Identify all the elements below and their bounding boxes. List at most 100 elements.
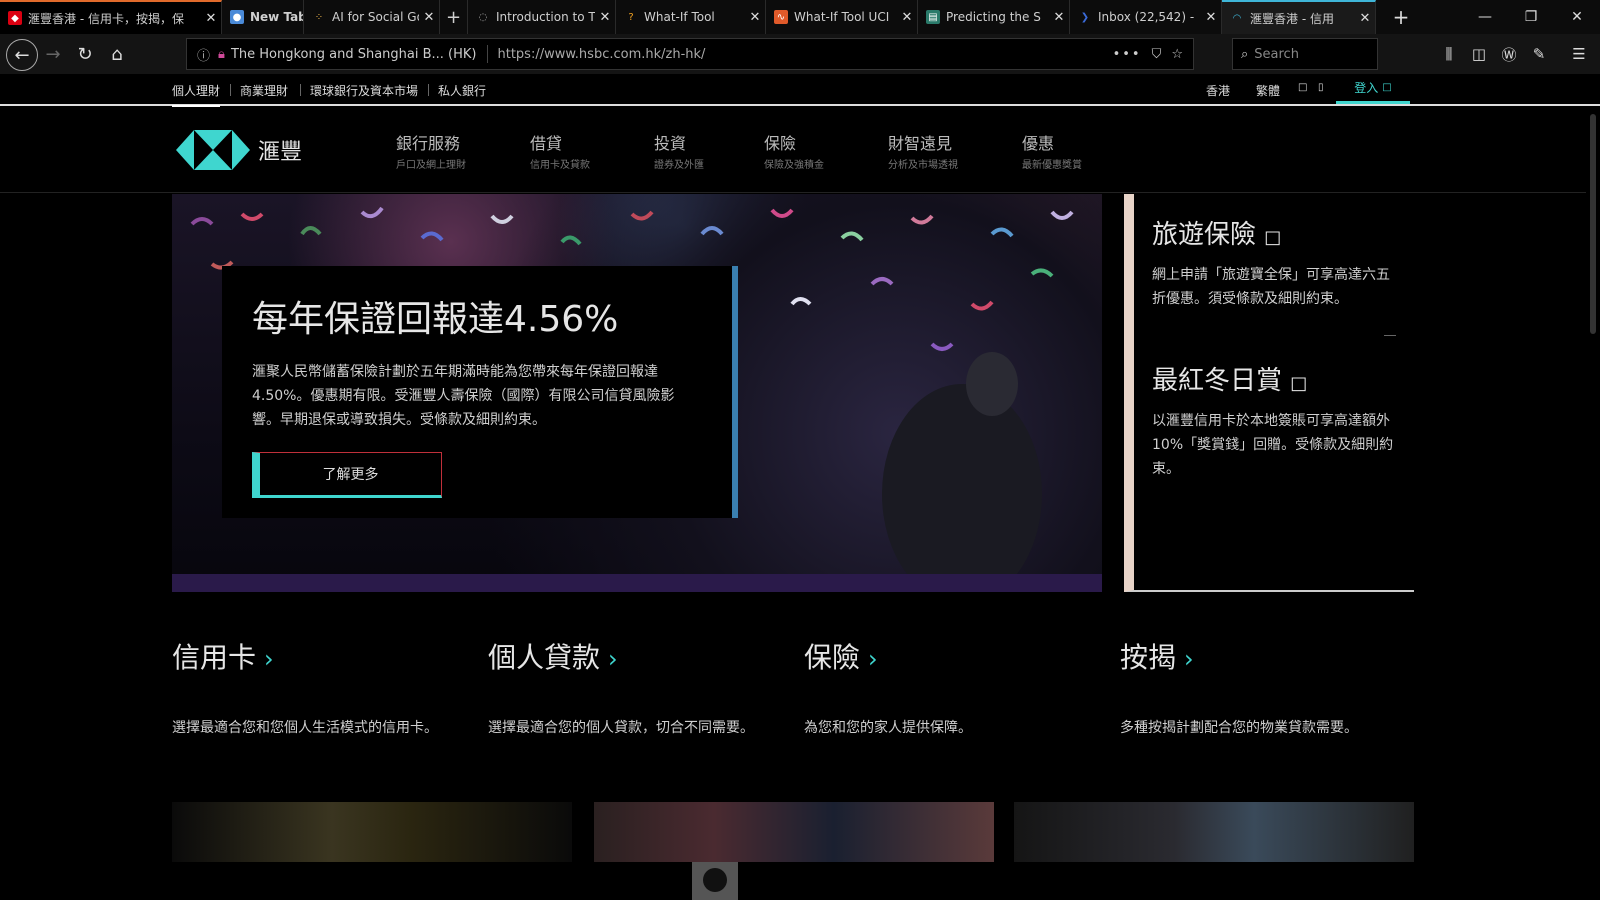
close-tab-icon[interactable]: ✕	[1049, 10, 1069, 25]
dots-icon: ⁘	[314, 11, 324, 23]
bookmark-star-icon[interactable]: ☆	[1171, 47, 1183, 62]
promo-winter-title[interactable]: 最紅冬日賞 □	[1152, 360, 1396, 397]
mainnav-banking[interactable]: 銀行服務 戶口及網上理財	[396, 130, 466, 171]
info-icon[interactable]: ⓘ	[197, 45, 210, 64]
floating-widget[interactable]	[692, 862, 738, 900]
topnav-business[interactable]: 商業理財	[229, 82, 288, 99]
search-icon: ⌕	[1241, 46, 1249, 62]
chart-icon: ∿	[774, 10, 788, 24]
tab-inbox[interactable]: ❯ Inbox (22,542) - ✕	[1070, 0, 1222, 34]
loading-spinner-icon: ◠	[1232, 12, 1242, 24]
close-tab-icon[interactable]: ✕	[897, 10, 917, 25]
side-promotions: 旅遊保險 □ 網上申請「旅遊寶全保」可享高達六五折優惠。須受條款及細則約束。 最…	[1124, 194, 1414, 592]
account-icon[interactable]: Ⓦ	[1496, 41, 1522, 67]
menu-icon[interactable]: ☰	[1566, 41, 1592, 67]
external-link-icon: □	[1264, 227, 1282, 248]
chevron-right-icon: ›	[264, 645, 274, 673]
tab-what-if-tool[interactable]: ? What-If Tool ✕	[616, 0, 766, 34]
close-tab-icon[interactable]: ✕	[1355, 11, 1375, 26]
hero-title: 每年保證回報達4.56%	[252, 299, 619, 340]
close-tab-icon[interactable]: ✕	[201, 11, 221, 26]
language-selector[interactable]: 繁體	[1256, 82, 1280, 99]
thumbnail-family-image[interactable]	[1014, 802, 1414, 864]
divider	[1384, 335, 1396, 336]
extension-icon[interactable]: ✎	[1526, 41, 1552, 67]
topnav-personal[interactable]: 個人理財	[172, 82, 221, 107]
sidebar-icon[interactable]: ◫	[1466, 41, 1492, 67]
document-icon: ▤	[926, 10, 940, 24]
mainnav-insurance[interactable]: 保險 保險及強積金	[764, 130, 824, 171]
hexagon-logo-icon	[176, 130, 250, 170]
hsbc-logo[interactable]: 滙豐	[176, 130, 302, 170]
promo-winter-body: 以滙豐信用卡於本地簽賬可享高達額外10%「獎賞錢」回贈。受條款及細則約束。	[1152, 413, 1394, 477]
tab-introduction[interactable]: ◌ Introduction to T ✕	[468, 0, 616, 34]
tab-strip: ◆ 滙豐香港 - 信用卡，按揭，保 ✕ ● New Tab ⁘ AI for S…	[0, 0, 1600, 34]
mainnav-offers[interactable]: 優惠 最新優惠獎賞	[1022, 130, 1082, 171]
chevron-right-icon: ›	[1184, 645, 1194, 673]
search-input[interactable]: ⌕ Search	[1232, 38, 1378, 70]
pocket-icon[interactable]: ⛉	[1152, 47, 1162, 62]
learn-more-button[interactable]: 了解更多	[252, 452, 442, 498]
main-nav: 滙豐 銀行服務 戶口及網上理財 借貸 信用卡及貸款 投資 證券及外匯 保險 保險及強積金…	[0, 108, 1600, 193]
hsbc-favicon-icon: ◆	[8, 11, 22, 25]
chat-icon	[703, 868, 727, 892]
accessibility-icon[interactable]: ▯	[1318, 82, 1324, 93]
region-selector[interactable]: 香港	[1206, 82, 1230, 99]
hero-card: 每年保證回報達4.56% 滙聚人民幣儲蓄保險計劃於五年期滿時能為您帶來每年保證回…	[222, 266, 738, 518]
category-personal-loan[interactable]: 個人貸款 › 選擇最適合您的個人貸款，切合不同需要。	[488, 636, 754, 736]
close-window-icon[interactable]: ✕	[1554, 0, 1600, 34]
scrollbar-thumb[interactable]	[1590, 114, 1596, 334]
mainnav-investing[interactable]: 投資 證券及外匯	[654, 130, 704, 171]
promo-travel-body: 網上申請「旅遊寶全保」可享高達六五折優惠。須受條款及細則約束。	[1152, 267, 1390, 307]
tab-new-tab[interactable]: ● New Tab	[222, 0, 304, 34]
tab-ai-social[interactable]: ⁘ AI for Social Go ✕	[304, 0, 440, 34]
tab-predicting[interactable]: ▤ Predicting the S ✕	[918, 0, 1070, 34]
close-tab-icon[interactable]: ✕	[595, 10, 615, 25]
close-tab-icon[interactable]: ✕	[1201, 10, 1221, 25]
mainnav-wealth-insights[interactable]: 財智遠見 分析及市場透視	[888, 130, 958, 171]
language-chevron-icon[interactable]: □	[1298, 82, 1307, 93]
login-button[interactable]: 登入 □	[1336, 74, 1410, 104]
url-bar[interactable]: ⓘ 🔒︎ The Hongkong and Shanghai B... (HK)…	[186, 38, 1194, 70]
topnav-private-banking[interactable]: 私人銀行	[427, 82, 486, 99]
tab-hsbc-2[interactable]: ◠ 滙豐香港 - 信用 ✕	[1222, 0, 1376, 34]
navigation-toolbar: ← → ↻ ⌂ ⓘ 🔒︎ The Hongkong and Shanghai B…	[0, 34, 1600, 74]
reload-icon[interactable]: ↻	[70, 39, 100, 69]
lock-icon: 🔒︎	[218, 46, 225, 62]
chevron-right-icon: ›	[868, 645, 878, 673]
tab-what-if-uci[interactable]: ∿ What-If Tool UCI ✕	[766, 0, 918, 34]
firefox-icon: ●	[230, 10, 244, 24]
category-credit-card[interactable]: 信用卡 › 選擇最適合您和您個人生活模式的信用卡。	[172, 636, 438, 736]
hero-body: 滙聚人民幣儲蓄保險計劃於五年期滿時能為您帶來每年保證回報達4.50%。優惠期有限…	[252, 364, 675, 428]
chevron-right-icon: ›	[608, 645, 618, 673]
thumbnail-dragon-image[interactable]	[172, 802, 572, 864]
category-mortgage[interactable]: 按揭 › 多種按揭計劃配合您的物業貸款需要。	[1120, 636, 1358, 736]
new-tab-button[interactable]: +	[440, 0, 468, 34]
minimize-icon[interactable]: —	[1462, 0, 1508, 34]
restore-icon[interactable]: ❐	[1508, 0, 1554, 34]
close-tab-icon[interactable]: ✕	[419, 10, 439, 25]
external-link-icon: □	[1290, 373, 1308, 394]
page-actions-icon[interactable]: •••	[1113, 47, 1142, 62]
bottom-overlay	[0, 862, 1600, 900]
question-icon: ?	[628, 11, 634, 23]
url-text[interactable]: https://www.hsbc.com.hk/zh-hk/	[498, 47, 706, 62]
forward-icon[interactable]: →	[38, 39, 68, 69]
loading-icon: ◌	[478, 11, 488, 23]
new-tab-plus-icon[interactable]: +	[1376, 0, 1426, 34]
scrollbar[interactable]	[1586, 106, 1600, 862]
close-tab-icon[interactable]: ✕	[745, 10, 765, 25]
mainnav-borrowing[interactable]: 借貸 信用卡及貸款	[530, 130, 590, 171]
promo-travel-title[interactable]: 旅遊保險 □	[1152, 214, 1396, 251]
site-identity[interactable]: The Hongkong and Shanghai B... (HK)	[231, 47, 477, 62]
topnav-global-banking[interactable]: 環球銀行及資本市場	[299, 82, 418, 99]
category-insurance[interactable]: 保險 › 為您和您的家人提供保障。	[804, 636, 972, 736]
site-top-nav: 個人理財 商業理財 環球銀行及資本市場 私人銀行 香港 繁體 □ ▯ 登入 □	[0, 74, 1600, 107]
library-icon[interactable]: ⫼	[1436, 41, 1462, 67]
lock-square-icon: □	[1382, 82, 1392, 93]
home-icon[interactable]: ⌂	[102, 39, 132, 69]
thumbnail-people-image[interactable]	[594, 802, 994, 864]
back-icon[interactable]: ←	[6, 39, 38, 71]
tab-hsbc-1[interactable]: ◆ 滙豐香港 - 信用卡，按揭，保 ✕	[0, 0, 222, 34]
hero-banner: 每年保證回報達4.56% 滙聚人民幣儲蓄保險計劃於五年期滿時能為您帶來每年保證回…	[172, 194, 1102, 592]
